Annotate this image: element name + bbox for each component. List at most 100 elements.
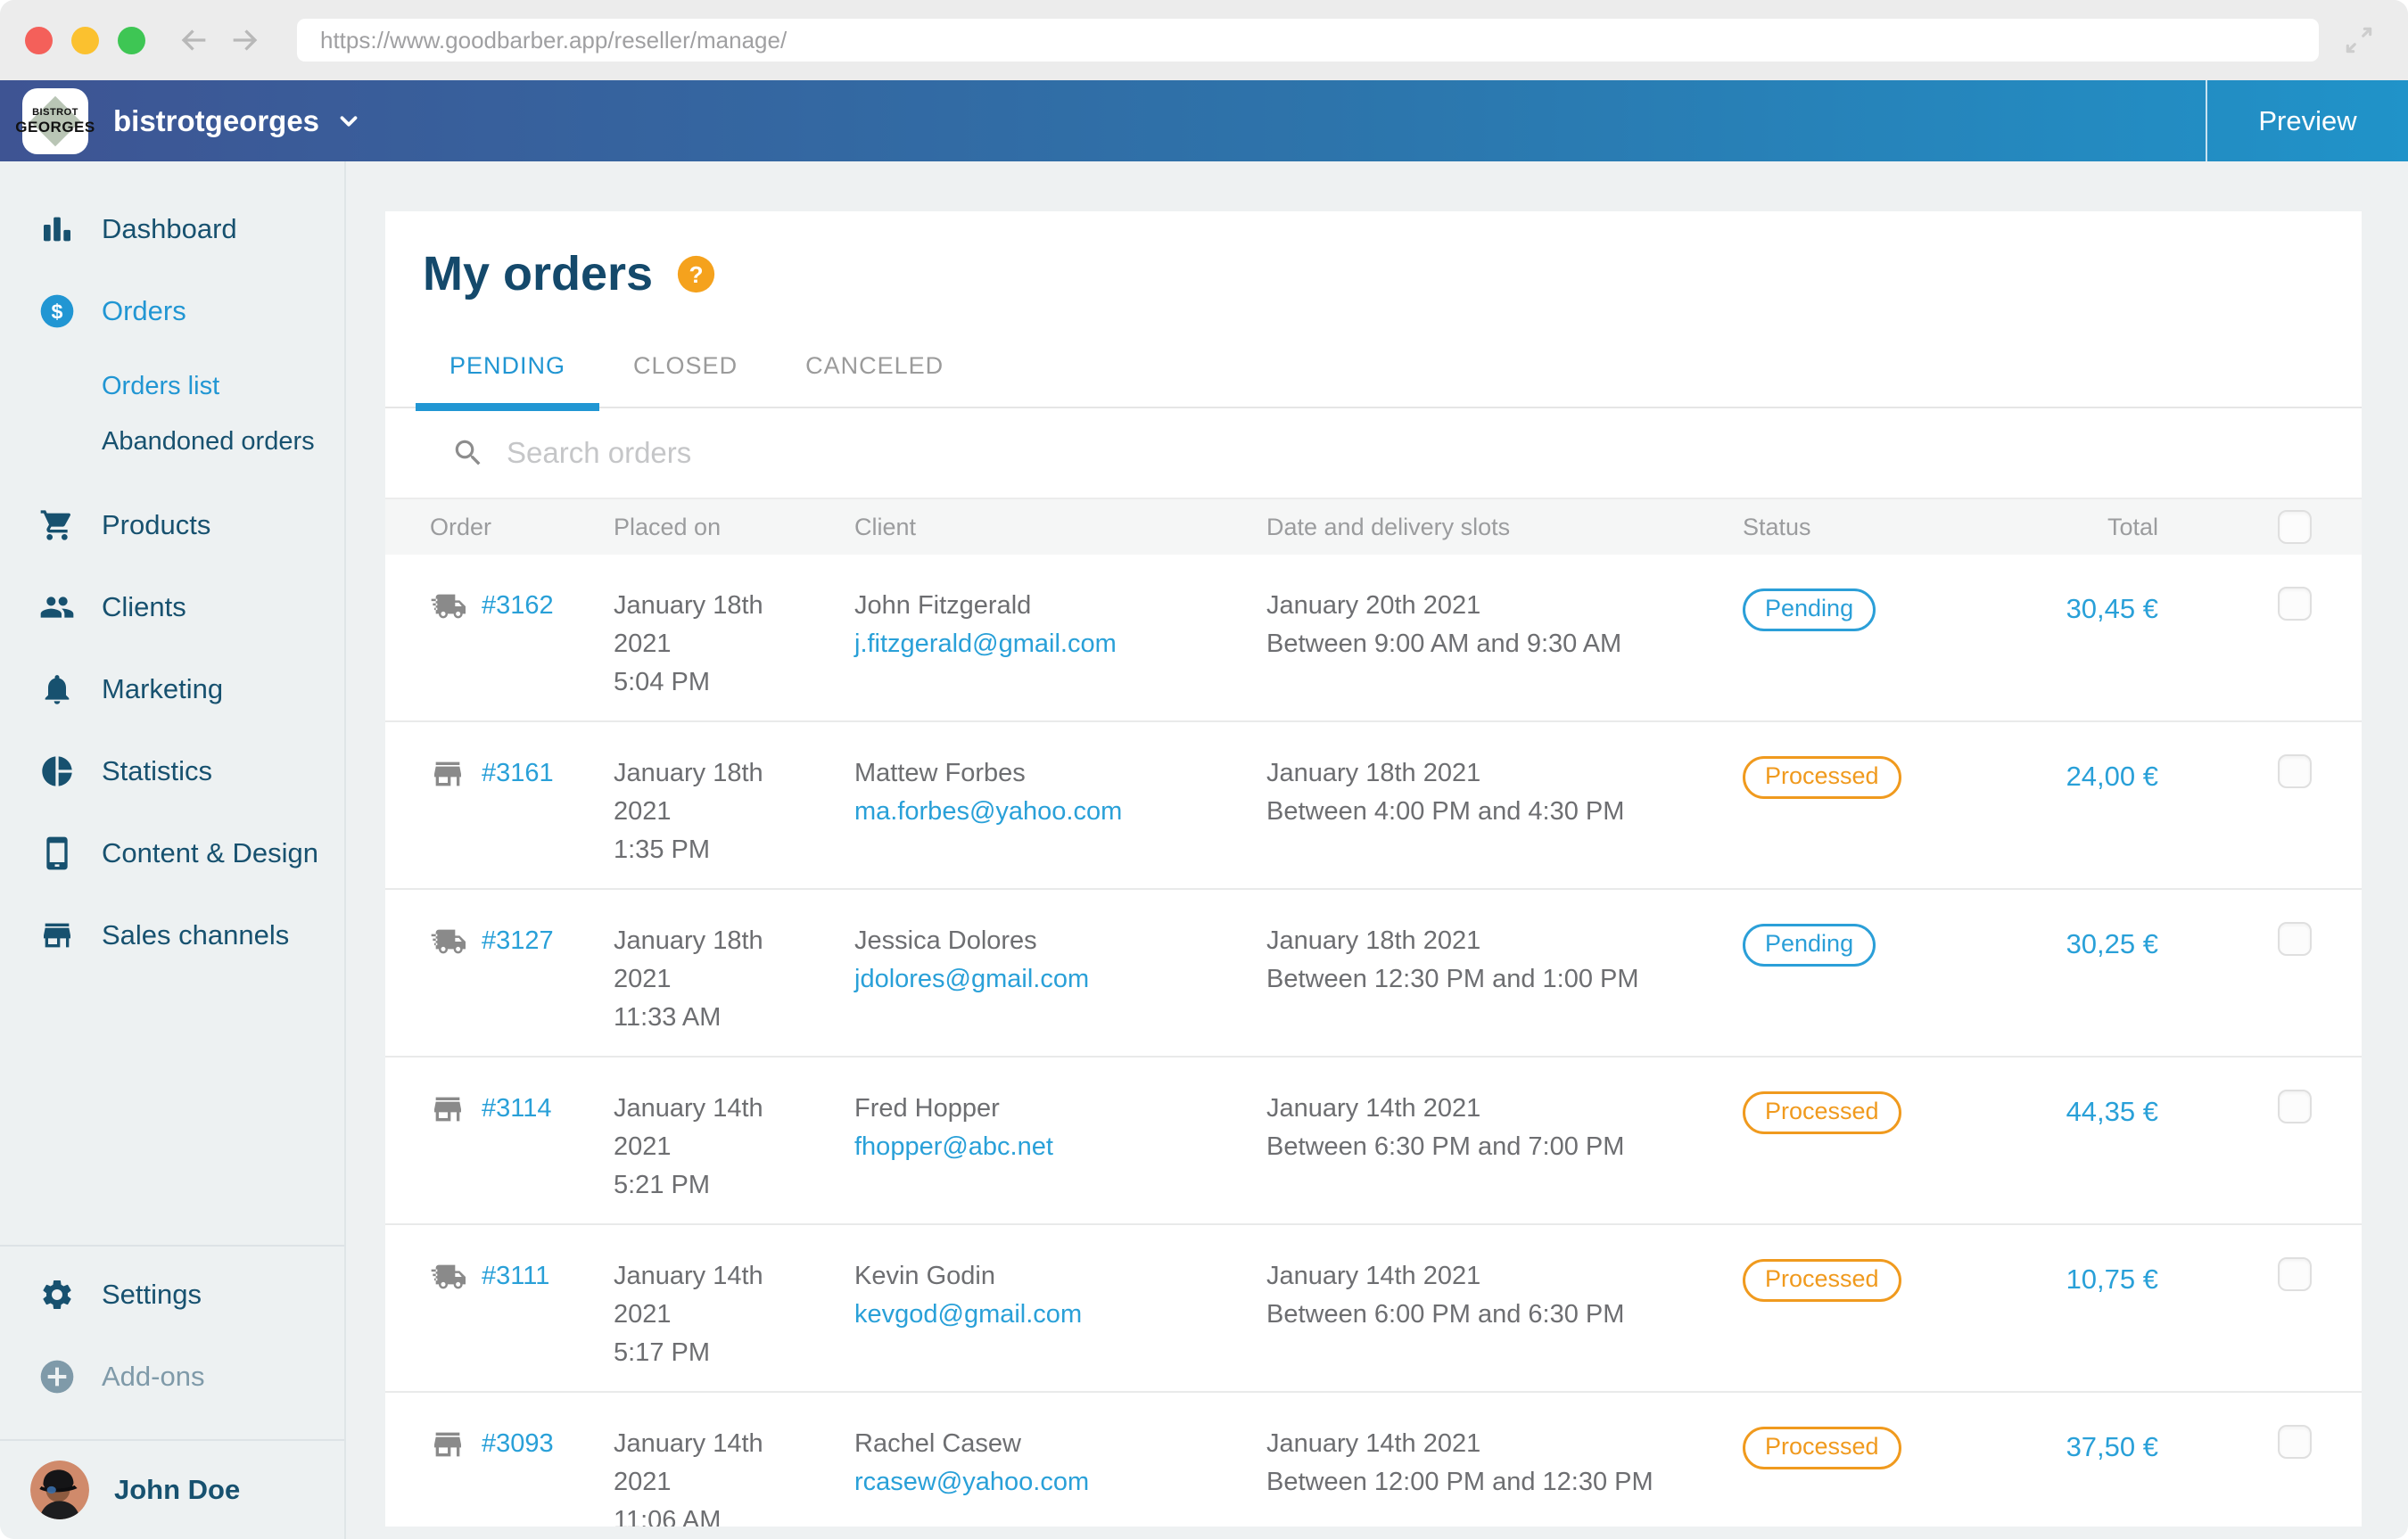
- sidebar-item-label: Sales channels: [102, 919, 289, 951]
- placed-on-cell: January 14th202111:06 AM: [614, 1425, 854, 1527]
- truck-icon: [430, 588, 466, 624]
- placed-on-line: January 18th: [614, 587, 854, 625]
- order-cell: #3114: [430, 1090, 614, 1128]
- help-icon[interactable]: ?: [676, 254, 716, 294]
- sidebar-item-settings[interactable]: Settings: [0, 1266, 344, 1323]
- orders-card: My orders ? PENDINGCLOSEDCANCELED OrderP…: [385, 211, 2362, 1527]
- order-tabs: PENDINGCLOSEDCANCELED: [385, 327, 2362, 408]
- sidebar-item-add-ons[interactable]: Add-ons: [0, 1348, 344, 1405]
- sidebar-item-content-design[interactable]: Content & Design: [0, 825, 344, 882]
- sidebar-nav: Dashboard $Orders Orders listAbandoned ord…: [0, 201, 344, 989]
- sidebar-item-label: Content & Design: [102, 837, 318, 869]
- tab-canceled[interactable]: CANCELED: [771, 327, 977, 407]
- order-number-link[interactable]: #3093: [482, 1425, 554, 1463]
- sidebar-subitem-abandoned-orders[interactable]: Abandoned orders: [0, 416, 344, 466]
- sidebar-item-label: Statistics: [102, 755, 212, 787]
- storefront-icon: [430, 1427, 466, 1462]
- order-number-link[interactable]: #3162: [482, 587, 554, 625]
- column-header-delivery-slots: Date and delivery slots: [1266, 514, 1743, 541]
- expand-icon[interactable]: [2342, 23, 2376, 57]
- row-checkbox[interactable]: [2278, 1425, 2312, 1459]
- sidebar-subitem-orders-list[interactable]: Orders list: [0, 361, 344, 411]
- sidebar-item-statistics[interactable]: Statistics: [0, 743, 344, 800]
- row-checkbox[interactable]: [2278, 587, 2312, 621]
- page-title: My orders: [423, 246, 653, 301]
- total-amount: 37,50 €: [1991, 1425, 2158, 1466]
- preview-button[interactable]: Preview: [2206, 80, 2408, 161]
- sidebar-item-label: Orders: [102, 295, 186, 327]
- zoom-window-button[interactable]: [118, 27, 145, 54]
- sidebar-item-products[interactable]: Products: [0, 497, 344, 554]
- client-cell: Fred Hopperfhopper@abc.net: [854, 1090, 1266, 1166]
- placed-on-cell: January 14th20215:21 PM: [614, 1090, 854, 1205]
- table-row: #3093January 14th202111:06 AMRachel Case…: [385, 1393, 2362, 1527]
- order-number-link[interactable]: #3114: [482, 1090, 552, 1128]
- client-email-link[interactable]: j.fitzgerald@gmail.com: [854, 625, 1266, 663]
- delivery-line: Between 4:00 PM and 4:30 PM: [1266, 793, 1743, 831]
- smartphone-icon: [39, 835, 75, 871]
- status-badge: Processed: [1743, 1259, 1901, 1302]
- client-email-link[interactable]: fhopper@abc.net: [854, 1128, 1266, 1166]
- profile-button[interactable]: John Doe: [0, 1441, 344, 1539]
- back-arrow-icon[interactable]: [176, 22, 211, 58]
- placed-on-line: 1:35 PM: [614, 831, 854, 869]
- placed-on-line: 5:21 PM: [614, 1166, 854, 1205]
- table-header: OrderPlaced onClientDate and delivery sl…: [385, 499, 2362, 555]
- people-icon: [39, 589, 75, 625]
- column-header-placed-on: Placed on: [614, 514, 854, 541]
- minimize-window-button[interactable]: [71, 27, 99, 54]
- delivery-line: January 18th 2021: [1266, 754, 1743, 793]
- profile-name: John Doe: [114, 1474, 240, 1506]
- placed-on-cell: January 18th202111:33 AM: [614, 922, 854, 1037]
- sidebar-item-label: Products: [102, 509, 210, 541]
- client-email-link[interactable]: kevgod@gmail.com: [854, 1296, 1266, 1334]
- delivery-line: Between 12:00 PM and 12:30 PM: [1266, 1463, 1743, 1502]
- address-bar[interactable]: https://www.goodbarber.app/reseller/mana…: [297, 19, 2319, 62]
- storefront-icon: [430, 1091, 466, 1127]
- preview-label: Preview: [2258, 105, 2356, 137]
- select-all-checkbox[interactable]: [2278, 510, 2312, 544]
- delivery-line: January 18th 2021: [1266, 922, 1743, 960]
- sidebar-sublist: Orders listAbandoned orders: [0, 361, 344, 466]
- delivery-cell: January 20th 2021Between 9:00 AM and 9:3…: [1266, 587, 1743, 663]
- workspace-name: bistrotgeorges: [113, 104, 319, 138]
- delivery-cell: January 14th 2021Between 12:00 PM and 12…: [1266, 1425, 1743, 1502]
- client-email-link[interactable]: ma.forbes@yahoo.com: [854, 793, 1266, 831]
- total-amount: 10,75 €: [1991, 1257, 2158, 1298]
- sidebar-item-clients[interactable]: Clients: [0, 579, 344, 636]
- client-name: Fred Hopper: [854, 1090, 1266, 1128]
- tab-pending[interactable]: PENDING: [416, 327, 599, 407]
- placed-on-line: 2021: [614, 1296, 854, 1334]
- sidebar-item-orders[interactable]: $Orders: [0, 283, 344, 340]
- status-badge: Pending: [1743, 924, 1876, 967]
- row-checkbox[interactable]: [2278, 754, 2312, 788]
- truck-icon: [430, 924, 466, 959]
- client-cell: Jessica Doloresjdolores@gmail.com: [854, 922, 1266, 999]
- table-row: #3111January 14th20215:17 PMKevin Godink…: [385, 1225, 2362, 1393]
- order-number-link[interactable]: #3127: [482, 922, 554, 960]
- client-email-link[interactable]: rcasew@yahoo.com: [854, 1463, 1266, 1502]
- search-row: [385, 408, 2362, 499]
- search-input[interactable]: [505, 435, 2326, 471]
- placed-on-line: January 18th: [614, 922, 854, 960]
- row-checkbox[interactable]: [2278, 1090, 2312, 1123]
- close-window-button[interactable]: [25, 27, 53, 54]
- workspace-switcher[interactable]: bistrotgeorges: [113, 104, 362, 138]
- client-email-link[interactable]: jdolores@gmail.com: [854, 960, 1266, 999]
- row-checkbox[interactable]: [2278, 1257, 2312, 1291]
- truck-icon: [430, 1259, 466, 1295]
- placed-on-line: 2021: [614, 960, 854, 999]
- order-number-link[interactable]: #3111: [482, 1257, 549, 1296]
- cart-icon: [39, 507, 75, 543]
- order-number-link[interactable]: #3161: [482, 754, 554, 793]
- sidebar-item-sales-channels[interactable]: Sales channels: [0, 907, 344, 964]
- sidebar-item-marketing[interactable]: Marketing: [0, 661, 344, 718]
- client-cell: John Fitzgeraldj.fitzgerald@gmail.com: [854, 587, 1266, 663]
- row-checkbox[interactable]: [2278, 922, 2312, 956]
- table-body: #3162January 18th20215:04 PMJohn Fitzger…: [385, 555, 2362, 1527]
- forward-arrow-icon[interactable]: [227, 22, 263, 58]
- total-amount: 30,25 €: [1991, 922, 2158, 963]
- tab-closed[interactable]: CLOSED: [599, 327, 771, 407]
- chevron-down-icon: [335, 108, 362, 135]
- sidebar-item-dashboard[interactable]: Dashboard: [0, 201, 344, 258]
